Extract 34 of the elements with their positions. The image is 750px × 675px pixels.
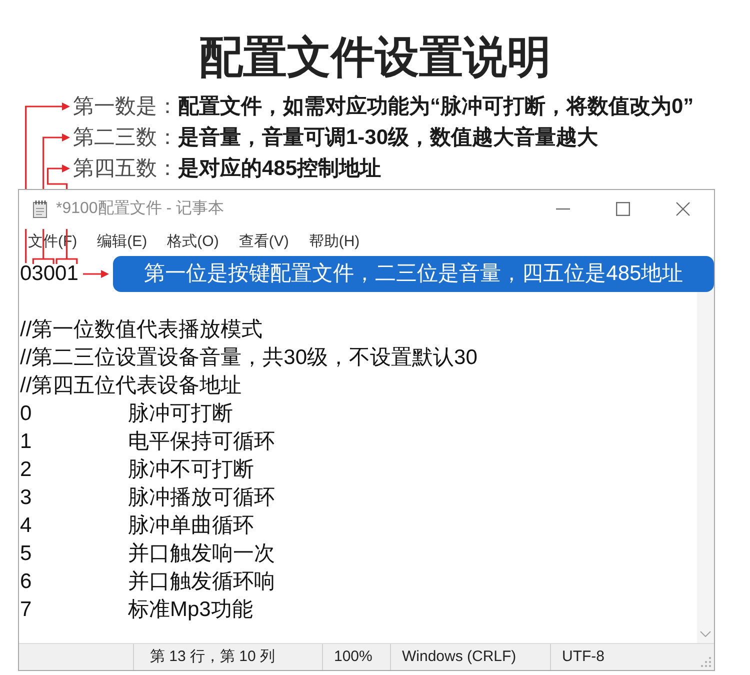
minimize-icon [556,208,570,210]
menu-item[interactable]: 格式(O) [167,230,219,254]
resize-grip-icon[interactable] [701,657,711,667]
chevron-down-icon[interactable] [700,631,711,637]
pointer-arrow [83,269,110,279]
menu-item[interactable]: 查看(V) [238,230,289,254]
text-line: 3 脉冲播放可循环 [20,485,275,511]
menu-item[interactable]: 编辑(E) [97,230,148,254]
text-line: 1 电平保持可循环 [20,429,275,455]
text-line: 03001 [20,261,78,287]
status-text: 第 13 行，第 10 列 [150,646,276,667]
status-text: 100% [334,646,372,667]
text-line: 6 并口触发循环响 [20,569,275,595]
text-line: //第一位数值代表播放模式 [20,317,263,343]
text-line: //第二三位设置设备音量，共30级，不设置默认30 [20,345,478,371]
text-line: 4 脉冲单曲循环 [20,513,254,539]
status-text: UTF-8 [562,646,604,667]
text-line: 2 脉冲不可打断 [20,457,254,483]
window-title: *9100配置文件 - 记事本 [56,198,224,218]
text-line: 5 并口触发响一次 [20,541,275,567]
page-title: 配置文件设置说明 [198,32,552,83]
text-editor[interactable]: 03001 第一位是按键配置文件，二三位是音量，四五位是485地址 //第一位数值代表播放模式 //第二三位设置设备音量，共30级，不设置默认30 //第四五位代表设备地址 0 脉冲可打断 1 电平保持可循环 2 脉冲不可打断 3 脉冲播放可循环 4 脉冲单曲循环 5 并口触发响一次 6 并口触发循环响 7 标准Mp3功能 [19,257,714,643]
annotation-text: 第四五数：是对应的485控制地址 [73,156,382,182]
close-icon [676,202,690,216]
status-text: Windows (CRLF) [402,646,516,667]
annotation-text: 第二三数：是音量，音量可调1-30级，数值越大音量越大 [73,124,598,151]
text-line: 0 脉冲可打断 [20,401,233,427]
notebook-icon [31,200,49,218]
text-line: 7 标准Mp3功能 [20,597,253,623]
callout: 第一位是按键配置文件，二三位是音量，四五位是485地址 [113,256,714,292]
menu-item[interactable]: 帮助(H) [308,230,360,254]
text-line: //第四五位代表设备地址 [20,373,242,399]
annotation-text: 第一数是：配置文件，如需对应功能为“脉冲可打断，将数值改为0” [73,94,694,120]
maximize-icon [616,202,630,216]
